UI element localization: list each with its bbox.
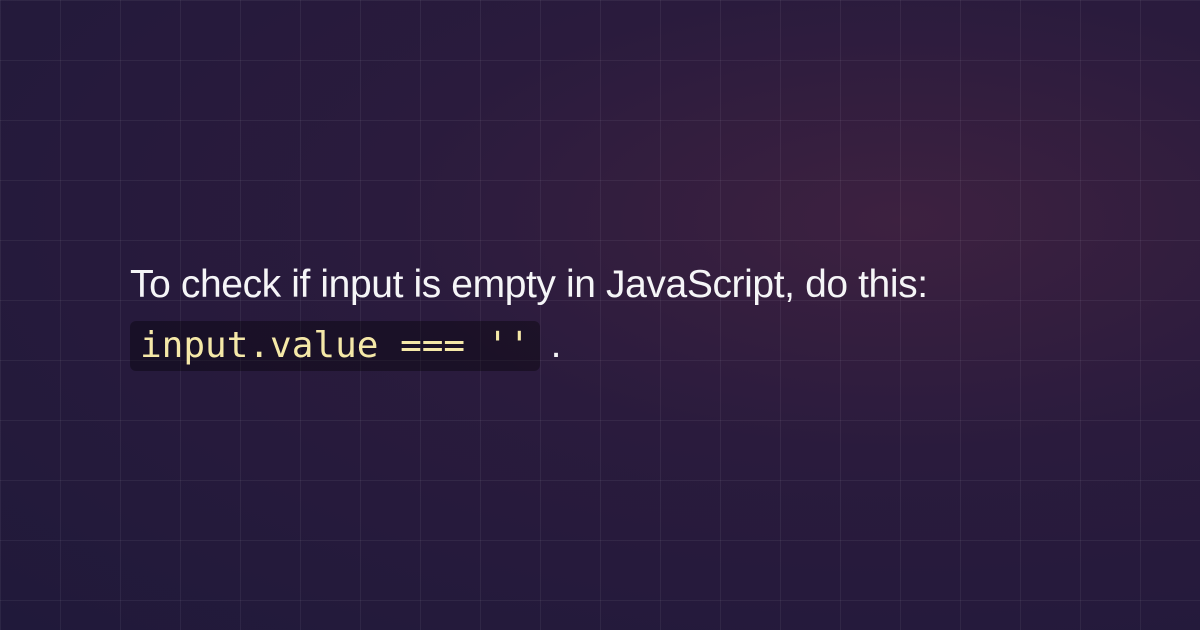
text-after-code: . (540, 323, 561, 366)
content-container: To check if input is empty in JavaScript… (0, 255, 1200, 376)
text-before-code: To check if input is empty in JavaScript… (130, 263, 928, 306)
tip-text: To check if input is empty in JavaScript… (130, 255, 1070, 376)
code-snippet: input.value === '' (130, 321, 540, 371)
